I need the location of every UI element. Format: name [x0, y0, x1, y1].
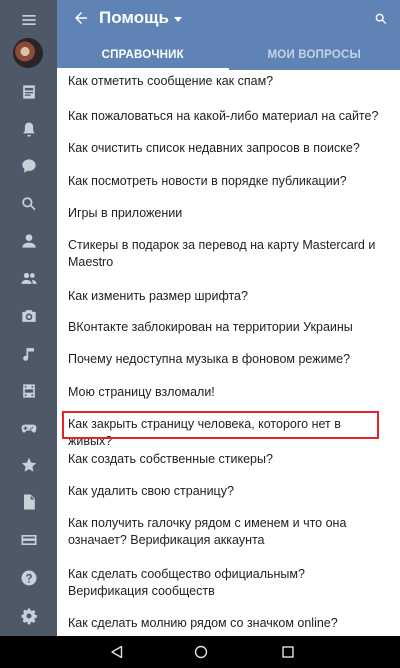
list-item[interactable]: Почему недоступна музыка в фоновом режим… [68, 351, 386, 368]
games-icon[interactable] [0, 410, 57, 446]
list-item[interactable]: Как получить галочку рядом с именем и чт… [68, 515, 386, 549]
list-item[interactable]: Как сделать молнию рядом со значком onli… [68, 615, 386, 632]
page-title: Помощь [99, 8, 169, 27]
friends-icon[interactable] [0, 223, 57, 259]
groups-icon[interactable] [0, 260, 57, 296]
favorites-icon[interactable] [0, 447, 57, 483]
header-search-icon[interactable] [368, 6, 394, 32]
payments-icon[interactable] [0, 522, 57, 558]
list-item[interactable]: Как сделать сообщество официальным? Вери… [68, 566, 386, 600]
list-item[interactable]: Как создать собственные стикеры? [68, 451, 386, 468]
videos-icon[interactable] [0, 373, 57, 409]
list-item[interactable]: Как пожаловаться на какой-либо материал … [68, 108, 386, 125]
page-title-dropdown[interactable]: Помощь [99, 8, 182, 28]
side-rail [0, 0, 57, 636]
back-arrow-icon[interactable] [65, 6, 97, 30]
list-item[interactable]: Игры в приложении [68, 205, 386, 222]
notifications-icon[interactable] [0, 112, 57, 148]
nav-recents-icon[interactable] [268, 636, 308, 668]
nav-home-icon[interactable] [181, 636, 221, 668]
messages-icon[interactable] [0, 148, 57, 184]
news-icon[interactable] [0, 74, 57, 110]
tab-bar: СПРАВОЧНИК МОИ ВОПРОСЫ [57, 40, 400, 70]
tab-reference[interactable]: СПРАВОЧНИК [57, 40, 229, 70]
system-nav-bar [0, 636, 400, 668]
help-list: Как отметить сообщение как спам? Как пож… [57, 70, 400, 636]
list-item[interactable]: Мою страницу взломали! [68, 384, 386, 401]
tab-my-questions[interactable]: МОИ ВОПРОСЫ [229, 40, 400, 70]
music-icon[interactable] [0, 336, 57, 372]
list-item[interactable]: ВКонтакте заблокирован на территории Укр… [68, 319, 386, 336]
documents-icon[interactable] [0, 484, 57, 520]
list-item[interactable]: Как отметить сообщение как спам? [68, 73, 386, 90]
nav-back-icon[interactable] [97, 636, 137, 668]
list-item[interactable]: Как посмотреть новости в порядке публика… [68, 173, 386, 190]
avatar[interactable] [13, 38, 43, 68]
list-item[interactable]: Как удалить свою страницу? [68, 483, 386, 500]
chevron-down-icon [173, 16, 182, 22]
search-icon[interactable] [0, 186, 57, 222]
list-item-highlighted[interactable]: Как закрыть страницу человека, которого … [68, 416, 386, 450]
menu-icon[interactable] [0, 2, 57, 38]
help-icon[interactable] [0, 560, 57, 596]
list-item[interactable]: Стикеры в подарок за перевод на карту Ma… [68, 237, 386, 271]
settings-icon[interactable] [0, 598, 57, 634]
list-item[interactable]: Как изменить размер шрифта? [68, 288, 386, 305]
list-item[interactable]: Как очистить список недавних запросов в … [68, 140, 386, 157]
app-header: Помощь СПРАВОЧНИК МОИ ВОПРОСЫ [57, 0, 400, 70]
photos-icon[interactable] [0, 298, 57, 334]
